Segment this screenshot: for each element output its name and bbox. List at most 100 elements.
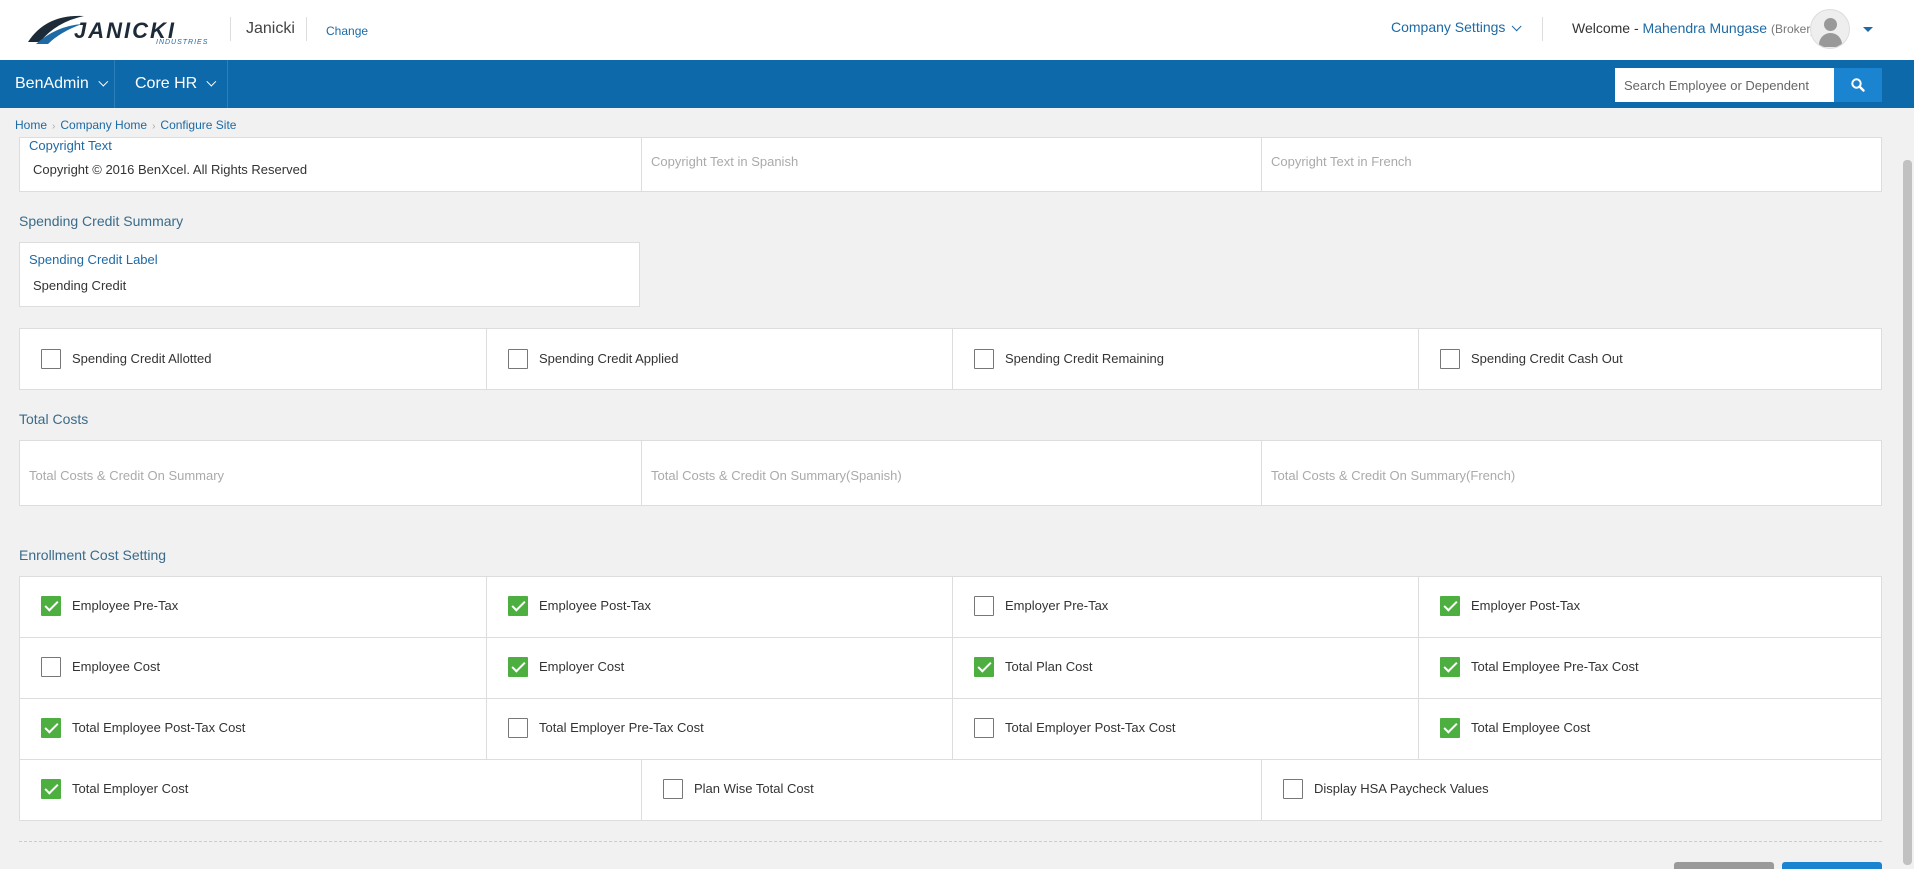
header-divider (1542, 17, 1543, 41)
checkbox-unchecked[interactable] (41, 657, 61, 677)
checkbox-unchecked[interactable] (974, 596, 994, 616)
copyright-spanish-field[interactable]: Copyright Text in Spanish (641, 138, 1261, 191)
option-spending-credit-applied[interactable]: Spending Credit Applied (486, 329, 952, 389)
caret-down-icon[interactable] (1863, 27, 1873, 32)
breadcrumb-company-home[interactable]: Company Home (60, 118, 147, 132)
checkbox-checked[interactable] (41, 718, 61, 738)
checkbox-label: Total Employer Pre-Tax Cost (539, 720, 704, 735)
breadcrumb-configure-site[interactable]: Configure Site (160, 118, 236, 132)
option-total-employee-post-tax-cost[interactable]: Total Employee Post-Tax Cost (20, 699, 486, 759)
checkbox-label: Total Employee Pre-Tax Cost (1471, 659, 1639, 674)
avatar[interactable] (1810, 9, 1850, 49)
option-total-employee-pre-tax-cost[interactable]: Total Employee Pre-Tax Cost (1418, 638, 1881, 698)
checkbox-checked[interactable] (508, 657, 528, 677)
janicki-logo[interactable]: JANICKI INDUSTRIES (26, 12, 207, 48)
total-costs-summary-spanish-field[interactable]: Total Costs & Credit On Summary(Spanish) (641, 441, 1261, 505)
checkbox-checked[interactable] (1440, 718, 1460, 738)
checkbox-label: Spending Credit Cash Out (1471, 351, 1623, 366)
welcome-text: Welcome - Mahendra Mungase (Broker) (1572, 20, 1814, 36)
checkbox-checked[interactable] (974, 657, 994, 677)
company-settings-dropdown[interactable]: Company Settings (1391, 19, 1522, 35)
checkbox-unchecked[interactable] (41, 349, 61, 369)
option-employer-pre-tax[interactable]: Employer Pre-Tax (952, 577, 1418, 637)
option-employee-post-tax[interactable]: Employee Post-Tax (486, 577, 952, 637)
option-spending-credit-remaining[interactable]: Spending Credit Remaining (952, 329, 1418, 389)
checkbox-unchecked[interactable] (663, 779, 683, 799)
checkbox-label: Plan Wise Total Cost (694, 781, 814, 796)
copyright-text-field[interactable]: Copyright Text Copyright © 2016 BenXcel.… (20, 138, 641, 191)
breadcrumb-separator-icon: › (152, 121, 156, 132)
user-name[interactable]: Mahendra Mungase (1643, 20, 1768, 36)
checkbox-unchecked[interactable] (1283, 779, 1303, 799)
option-display-hsa-paycheck-values[interactable]: Display HSA Paycheck Values (1261, 760, 1881, 820)
spending-credit-options: Spending Credit Allotted Spending Credit… (19, 328, 1882, 390)
welcome-prefix: Welcome - (1572, 20, 1639, 36)
logo-subtext: INDUSTRIES (156, 39, 209, 46)
save-button[interactable] (1782, 862, 1882, 869)
checkbox-label: Employer Post-Tax (1471, 598, 1581, 613)
user-role: (Broker) (1770, 22, 1815, 36)
search-input[interactable] (1615, 68, 1834, 102)
total-costs-panel: Total Costs & Credit On Summary Total Co… (19, 440, 1882, 506)
option-total-employer-pre-tax-cost[interactable]: Total Employer Pre-Tax Cost (486, 699, 952, 759)
checkbox-unchecked[interactable] (974, 718, 994, 738)
copyright-text-label: Copyright Text (29, 138, 112, 153)
checkbox-unchecked[interactable] (508, 718, 528, 738)
copyright-text-value: Copyright © 2016 BenXcel. All Rights Res… (33, 162, 308, 177)
copyright-french-placeholder: Copyright Text in French (1271, 154, 1412, 169)
checkbox-label: Employer Pre-Tax (1005, 598, 1109, 613)
scrollbar-thumb[interactable] (1903, 160, 1912, 865)
checkbox-unchecked[interactable] (508, 349, 528, 369)
spending-credit-label-field[interactable]: Spending Credit Label Spending Credit (19, 242, 640, 307)
option-total-employee-cost[interactable]: Total Employee Cost (1418, 699, 1881, 759)
total-costs-summary-french-field[interactable]: Total Costs & Credit On Summary(French) (1261, 441, 1881, 505)
spending-credit-label-value: Spending Credit (33, 278, 127, 293)
checkbox-label: Employee Cost (72, 659, 161, 674)
checkbox-label: Total Employee Cost (1471, 720, 1591, 735)
option-employer-cost[interactable]: Employer Cost (486, 638, 952, 698)
nav-item-core-hr[interactable]: Core HR (120, 60, 226, 108)
checkbox-checked[interactable] (1440, 596, 1460, 616)
search-button[interactable] (1834, 68, 1882, 102)
checkbox-label: Total Employer Post-Tax Cost (1005, 720, 1176, 735)
cancel-button[interactable] (1674, 862, 1774, 869)
breadcrumb-home[interactable]: Home (15, 118, 47, 132)
option-total-plan-cost[interactable]: Total Plan Cost (952, 638, 1418, 698)
option-employee-cost[interactable]: Employee Cost (20, 638, 486, 698)
checkbox-label: Total Employee Post-Tax Cost (72, 720, 246, 735)
header-divider (306, 17, 307, 41)
breadcrumb: Home › Company Home › Configure Site (15, 118, 236, 132)
checkbox-label: Spending Credit Allotted (72, 351, 212, 366)
checkbox-unchecked[interactable] (974, 349, 994, 369)
option-total-employer-cost[interactable]: Total Employer Cost (20, 760, 641, 820)
option-total-employer-post-tax-cost[interactable]: Total Employer Post-Tax Cost (952, 699, 1418, 759)
checkbox-checked[interactable] (41, 596, 61, 616)
checkbox-checked[interactable] (1440, 657, 1460, 677)
option-spending-credit-allotted[interactable]: Spending Credit Allotted (20, 329, 486, 389)
copyright-panel: Copyright Text Copyright © 2016 BenXcel.… (19, 137, 1882, 192)
checkbox-label: Display HSA Paycheck Values (1314, 781, 1489, 796)
option-plan-wise-total-cost[interactable]: Plan Wise Total Cost (641, 760, 1261, 820)
enrollment-cost-options: Employee Pre-Tax Employee Post-Tax Emplo… (19, 576, 1882, 821)
option-employer-post-tax[interactable]: Employer Post-Tax (1418, 577, 1881, 637)
total-costs-summary-field[interactable]: Total Costs & Credit On Summary (20, 441, 641, 505)
checkbox-label: Employee Pre-Tax (72, 598, 179, 613)
nav-item-benadmin[interactable]: BenAdmin (0, 60, 114, 108)
total-costs-summary-placeholder: Total Costs & Credit On Summary (29, 468, 225, 483)
checkbox-unchecked[interactable] (1440, 349, 1460, 369)
user-icon-body (1819, 33, 1842, 47)
checkbox-checked[interactable] (41, 779, 61, 799)
chevron-down-icon (1512, 21, 1522, 32)
search-icon (1851, 78, 1865, 92)
option-spending-credit-cash-out[interactable]: Spending Credit Cash Out (1418, 329, 1881, 389)
copyright-french-field[interactable]: Copyright Text in French (1261, 138, 1881, 191)
company-settings-label: Company Settings (1391, 19, 1506, 35)
chevron-down-icon (98, 76, 109, 87)
option-employee-pre-tax[interactable]: Employee Pre-Tax (20, 577, 486, 637)
copyright-spanish-placeholder: Copyright Text in Spanish (651, 154, 799, 169)
checkbox-label: Total Employer Cost (72, 781, 189, 796)
checkbox-label: Employee Post-Tax (539, 598, 651, 613)
checkbox-checked[interactable] (508, 596, 528, 616)
change-company-link[interactable]: Change (326, 24, 368, 38)
checkbox-label: Spending Credit Remaining (1005, 351, 1164, 366)
